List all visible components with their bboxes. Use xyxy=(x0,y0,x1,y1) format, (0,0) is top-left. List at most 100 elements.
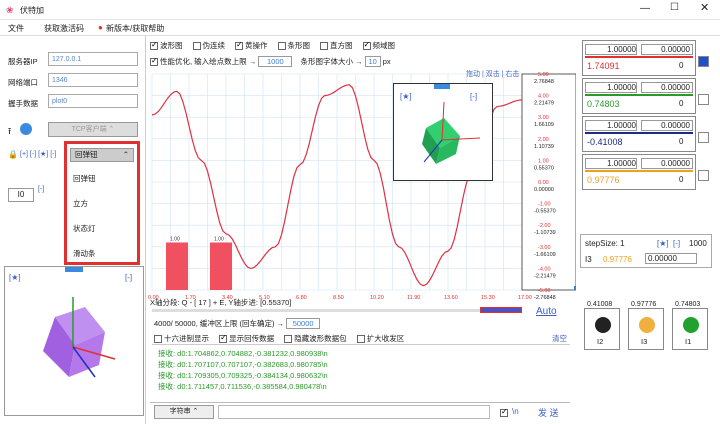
connect-toggle[interactable] xyxy=(20,123,32,135)
option-rebound[interactable]: 回弹钮 xyxy=(73,173,96,184)
scroll-thumb[interactable] xyxy=(480,307,522,313)
menu-activation[interactable]: 获取激活码 xyxy=(44,23,84,34)
hide-checkbox[interactable] xyxy=(284,335,293,344)
channel-3[interactable]: 1.00000 0.00000 0.97776 0 xyxy=(582,154,696,190)
option-cube[interactable]: 立方 xyxy=(73,198,88,209)
view-check-0[interactable]: 波形图 xyxy=(150,40,183,51)
ch-r: 0 xyxy=(679,99,684,108)
hex-checkbox[interactable] xyxy=(154,335,162,344)
ch-offset[interactable]: 0.00000 xyxy=(641,82,693,93)
scroll-track[interactable] xyxy=(152,309,522,312)
step-panel: stepSize: 1 [★] [-] 1000 I3 0.97776 0.00… xyxy=(580,234,712,268)
y-tick: 1.00 xyxy=(538,158,549,164)
r-tick: 2.76848 xyxy=(534,79,554,85)
cube-minus[interactable]: [-] xyxy=(125,273,132,282)
widget-tags[interactable]: [+] [-] [★] [-] xyxy=(20,150,56,158)
receive-log[interactable]: 接收: d0:1.704862,0.704882,-0.381232,0.980… xyxy=(152,344,570,400)
ch-toggle[interactable] xyxy=(698,94,709,105)
send-type-select[interactable]: 字符串 ⌃ xyxy=(154,405,214,419)
step-input[interactable]: 0.00000 xyxy=(645,253,697,264)
font-input[interactable]: 10 xyxy=(364,56,381,67)
ch-scale[interactable]: 1.00000 xyxy=(585,44,637,55)
r-tick: 1.10739 xyxy=(534,144,554,150)
send-button[interactable]: 发 送 xyxy=(538,406,559,419)
ch-scale[interactable]: 1.00000 xyxy=(585,158,637,169)
bar xyxy=(210,242,232,290)
perf-checkbox[interactable] xyxy=(150,56,158,67)
channel-0[interactable]: 1.00000 0.00000 1.74091 0 xyxy=(582,40,696,76)
ch-offset[interactable]: 0.00000 xyxy=(641,120,693,131)
channel-1[interactable]: 1.00000 0.00000 0.74803 0 xyxy=(582,78,696,114)
auto-button[interactable]: Auto xyxy=(536,306,557,317)
step-minus[interactable]: [-] xyxy=(673,239,680,248)
expand-checkbox[interactable] xyxy=(356,335,365,344)
r-tick: 0.00000 xyxy=(534,187,554,193)
newline-checkbox[interactable] xyxy=(500,407,508,417)
echo-checkbox[interactable] xyxy=(219,333,228,344)
r-tick: 2.21479 xyxy=(534,101,554,107)
view-check-2[interactable]: 黄操作 xyxy=(235,40,268,51)
upload-icon[interactable]: ⭱ xyxy=(8,124,11,140)
view-check-5[interactable]: 频域图 xyxy=(362,40,395,51)
light-2[interactable]: 0.74803 I1 xyxy=(672,301,708,350)
cube2-handle[interactable] xyxy=(434,84,450,89)
mode-select[interactable]: TCP客户端 ⌃ xyxy=(48,122,138,137)
newline-label: \n xyxy=(512,407,519,416)
ch-r: 0 xyxy=(679,137,684,146)
view-check-3[interactable]: 条形图 xyxy=(277,41,310,51)
ch-scale[interactable]: 1.00000 xyxy=(585,120,637,131)
x-tick: 13.60 xyxy=(444,295,458,301)
cube-3d-icon xyxy=(43,297,116,378)
y-tick: 2.00 xyxy=(538,137,549,143)
r-tick: -1.10739 xyxy=(534,230,556,236)
view-check-4[interactable]: 直方图 xyxy=(320,41,353,51)
buffer-input[interactable]: 50000 xyxy=(286,318,321,329)
ch-offset[interactable]: 0.00000 xyxy=(641,158,693,169)
option-slider[interactable]: 滑动条 xyxy=(73,248,96,259)
cube2-3d-icon xyxy=(422,101,481,164)
ch-scale[interactable]: 1.00000 xyxy=(585,82,637,93)
cube-widget[interactable]: [★] [-] xyxy=(4,266,144,416)
menu-help[interactable]: 新版本/获取帮助 xyxy=(106,23,164,34)
value-box[interactable]: I0 xyxy=(8,188,34,202)
rx-line: 接收: d0:1.709305,0.709325,-0.384134,0.980… xyxy=(158,371,328,380)
close-icon[interactable]: ✕ xyxy=(700,1,709,14)
cube-widget-2[interactable]: [★] [-] xyxy=(393,83,493,181)
dropdown-selected[interactable]: 回弹钮 ⌃ xyxy=(70,148,134,162)
ch-color-bar xyxy=(585,56,693,58)
ch-toggle[interactable] xyxy=(698,56,709,67)
port-field[interactable]: 1346 xyxy=(48,73,138,87)
ch-toggle[interactable] xyxy=(698,132,709,143)
menu-file[interactable]: 文件 xyxy=(8,23,24,34)
widget-minus[interactable]: [-] xyxy=(38,186,44,193)
light-1[interactable]: 0.97776 I3 xyxy=(628,301,664,350)
x-tick: 6.80 xyxy=(296,295,307,301)
bar-label: 1.00 xyxy=(170,236,180,242)
cube-handle[interactable] xyxy=(65,267,83,272)
handshake-field[interactable]: plot0 xyxy=(48,94,138,108)
minimize-icon[interactable]: — xyxy=(640,3,650,14)
send-input[interactable] xyxy=(218,405,490,419)
channel-2[interactable]: 1.00000 0.00000 -0.41008 0 xyxy=(582,116,696,152)
options-row: 十六进制显示 显示回传数据 隐藏波形数据包 扩大收发区 xyxy=(154,333,404,344)
widget-dropdown[interactable]: 回弹钮 ⌃ 回弹钮 立方 状态灯 滑动条 xyxy=(64,141,140,265)
resize-handle[interactable] xyxy=(574,286,576,290)
maximize-icon[interactable]: ☐ xyxy=(670,2,679,13)
cube-star[interactable]: [★] xyxy=(9,273,21,282)
y-tick: 0.00 xyxy=(538,180,549,186)
ip-field[interactable]: 127.0.0.1 xyxy=(48,52,138,66)
step-star[interactable]: [★] xyxy=(657,239,669,248)
lock-icon[interactable]: 🔒 xyxy=(8,150,18,159)
ch-toggle[interactable] xyxy=(698,170,709,181)
clear-button[interactable]: 清空 xyxy=(552,333,567,344)
perf-input[interactable]: 1000 xyxy=(258,56,293,67)
light-0[interactable]: 0.41008 I2 xyxy=(584,301,620,350)
port-label: 网络端口 xyxy=(8,78,38,87)
plot-area[interactable]: 1.00 1.000.00 1.70 3.40 5.10 6.80 8.50 10.20 11.… xyxy=(148,68,576,304)
ch-value: 0.74803 xyxy=(587,99,620,109)
view-check-1[interactable]: 伪连续 xyxy=(192,41,225,51)
ch-offset[interactable]: 0.00000 xyxy=(641,44,693,55)
ch-value: -0.41008 xyxy=(587,137,623,147)
rx-line: 接收: d0:1.707107,0.707107,-0.382683,0.980… xyxy=(158,360,328,369)
option-light[interactable]: 状态灯 xyxy=(73,223,96,234)
